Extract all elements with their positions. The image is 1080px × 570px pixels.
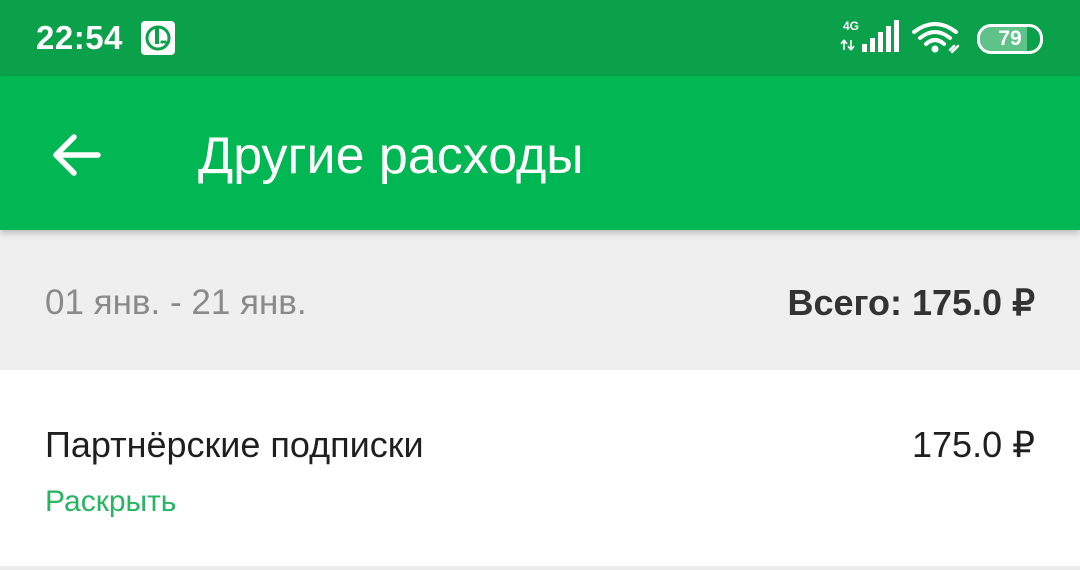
item-amount: 175.0 ₽ [912,424,1035,465]
wifi-icon [912,22,960,54]
arrow-left-icon [53,134,101,176]
summary-header: 01 янв. - 21 янв. Всего: 175.0 ₽ [0,230,1080,370]
period-range[interactable]: 01 янв. - 21 янв. [45,282,307,324]
battery-level: 79 [998,27,1022,50]
list-item[interactable]: Партнёрские подписки 175.0 ₽ Раскрыть [0,370,1080,566]
status-time: 22:54 [36,19,123,56]
expand-link[interactable]: Раскрыть [45,484,176,520]
item-name: Партнёрские подписки [45,424,424,465]
signal-icon: 4G [840,19,899,52]
battery-icon: 79 [977,24,1043,54]
app-bar: Другие расходы [0,76,1080,230]
network-type: 4G [843,19,859,33]
back-button[interactable] [44,122,110,188]
total-amount: Всего: 175.0 ₽ [787,282,1035,323]
page-title: Другие расходы [198,127,584,185]
status-bar: 22:54 4G 79 [0,0,1080,76]
divider [0,566,1080,570]
carrier-app-icon [141,21,175,55]
